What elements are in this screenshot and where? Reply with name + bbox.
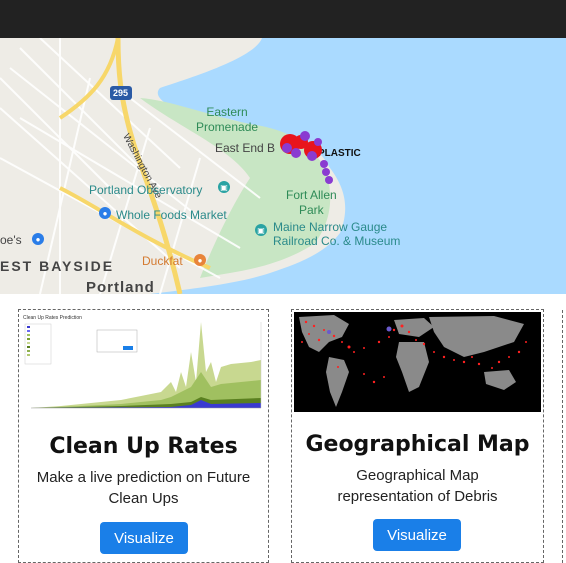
museum-poi-icon[interactable]: ▣ xyxy=(255,224,267,236)
map-base xyxy=(0,38,346,294)
card-title: Clean Up Rates xyxy=(49,434,238,459)
east-bayside-label: EST BAYSIDE xyxy=(0,258,115,274)
eastern-promenade-label: Eastern Promenade xyxy=(196,105,259,134)
geographical-map-thumbnail[interactable] xyxy=(294,312,541,412)
east-end-beach-label: East End B xyxy=(215,141,276,155)
card-description: Geographical Map representation of Debri… xyxy=(337,467,498,505)
next-card-edge xyxy=(562,310,564,563)
clean-up-rates-thumbnail[interactable]: Clean Up Rates Prediction xyxy=(21,312,266,412)
card-description: Make a live prediction on Future Clean U… xyxy=(36,469,251,507)
visualize-clean-up-button[interactable]: Visualize xyxy=(100,522,188,554)
restaurant-poi-icon[interactable]: ● xyxy=(32,233,44,245)
fort-allen-park-label: Fort Allen Park xyxy=(286,188,337,217)
observatory-poi-icon[interactable]: ▣ xyxy=(218,181,230,193)
whole-foods-label: Whole Foods Market xyxy=(116,208,227,222)
card-title: Geographical Map xyxy=(305,432,530,457)
debris-map[interactable]: 295 Eastern Promenade East End B PLASTIC… xyxy=(0,38,566,294)
visualize-geographical-map-button[interactable]: Visualize xyxy=(373,519,461,551)
duckfat-label: Duckfat xyxy=(142,254,183,268)
thumb-title: Clean Up Rates Prediction xyxy=(23,315,82,321)
portland-observatory-label: Portland Observatory xyxy=(89,183,203,197)
plastic-label: PLASTIC xyxy=(318,148,361,159)
shopping-poi-icon[interactable]: ● xyxy=(99,207,111,219)
portland-label: Portland xyxy=(86,279,155,294)
top-nav-bar xyxy=(0,0,566,38)
food-poi-icon[interactable]: ● xyxy=(194,254,206,266)
clean-up-rates-card: Clean Up Rates Prediction Clean Up Rates… xyxy=(18,309,269,563)
geographical-map-card: Geographical Map Geographical Map repres… xyxy=(291,309,544,563)
joes-label: oe's xyxy=(0,233,22,247)
maine-narrow-gauge-label: Maine Narrow Gauge Railroad Co. & Museum xyxy=(273,220,401,248)
route-label: 295 xyxy=(113,88,129,98)
